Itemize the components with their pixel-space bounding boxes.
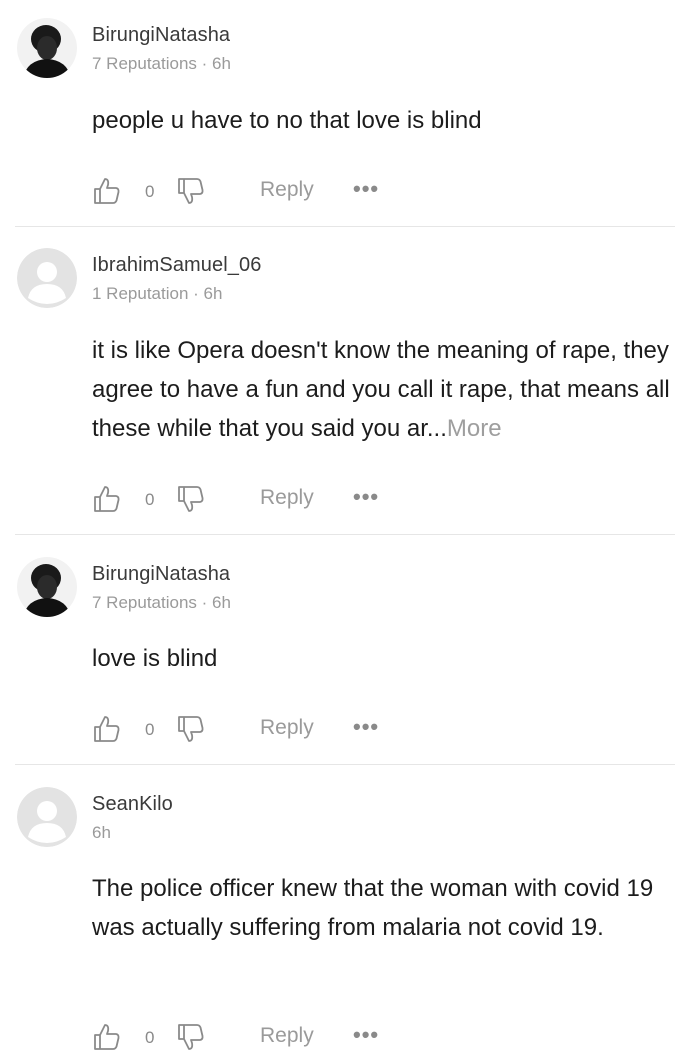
comment-text: people u have to no that love is blind <box>92 107 482 134</box>
user-photo <box>17 18 77 78</box>
default-avatar-icon <box>17 248 77 308</box>
more-options-icon[interactable]: ••• <box>353 1024 379 1046</box>
comment-text: it is like Opera doesn't know the meanin… <box>92 337 677 442</box>
comment-actions: 0 Reply ••• <box>92 484 412 518</box>
comment-body: people u have to no that love is blind <box>92 101 678 140</box>
comment-meta: 7 Reputations · 6h <box>92 54 231 73</box>
comment-username[interactable]: SeanKilo <box>92 793 173 816</box>
comment-meta: 6h <box>92 823 111 842</box>
comment-meta: 7 Reputations · 6h <box>92 593 231 612</box>
reply-button[interactable]: Reply <box>260 1024 314 1048</box>
divider <box>15 226 675 227</box>
reply-button[interactable]: Reply <box>260 486 314 510</box>
thumbs-up-icon[interactable] <box>92 484 122 514</box>
comment-text: love is blind <box>92 645 218 672</box>
comment-body: love is blind <box>92 639 678 678</box>
thumbs-down-icon[interactable] <box>176 714 206 744</box>
thumbs-up-icon[interactable] <box>92 176 122 206</box>
comment-body: it is like Opera doesn't know the meanin… <box>92 331 678 448</box>
thumbs-up-icon[interactable] <box>92 1022 122 1052</box>
comment-body: The police officer knew that the woman w… <box>92 869 678 947</box>
avatar[interactable] <box>17 557 77 617</box>
more-options-icon[interactable]: ••• <box>353 486 379 508</box>
comment-actions: 0 Reply ••• <box>92 176 412 210</box>
reply-button[interactable]: Reply <box>260 178 314 202</box>
comment-username[interactable]: BirungiNatasha <box>92 24 230 47</box>
comment-username[interactable]: BirungiNatasha <box>92 563 230 586</box>
like-count: 0 <box>145 182 155 201</box>
like-count: 0 <box>145 1028 155 1047</box>
comment-username[interactable]: IbrahimSamuel_06 <box>92 254 261 277</box>
like-count: 0 <box>145 720 155 739</box>
divider <box>15 764 675 765</box>
divider <box>15 534 675 535</box>
avatar[interactable] <box>17 787 77 847</box>
more-options-icon[interactable]: ••• <box>353 716 379 738</box>
default-avatar-icon <box>17 787 77 847</box>
comment-meta: 1 Reputation · 6h <box>92 284 223 303</box>
more-options-icon[interactable]: ••• <box>353 178 379 200</box>
reply-button[interactable]: Reply <box>260 716 314 740</box>
comment-actions: 0 Reply ••• <box>92 714 412 748</box>
comment-text: The police officer knew that the woman w… <box>92 875 667 941</box>
avatar[interactable] <box>17 18 77 78</box>
thumbs-down-icon[interactable] <box>176 1022 206 1052</box>
read-more-link[interactable]: More <box>447 415 502 442</box>
user-photo <box>17 557 77 617</box>
thumbs-down-icon[interactable] <box>176 176 206 206</box>
thumbs-down-icon[interactable] <box>176 484 206 514</box>
comment-actions: 0 Reply ••• <box>92 1022 412 1056</box>
avatar[interactable] <box>17 248 77 308</box>
like-count: 0 <box>145 490 155 509</box>
thumbs-up-icon[interactable] <box>92 714 122 744</box>
